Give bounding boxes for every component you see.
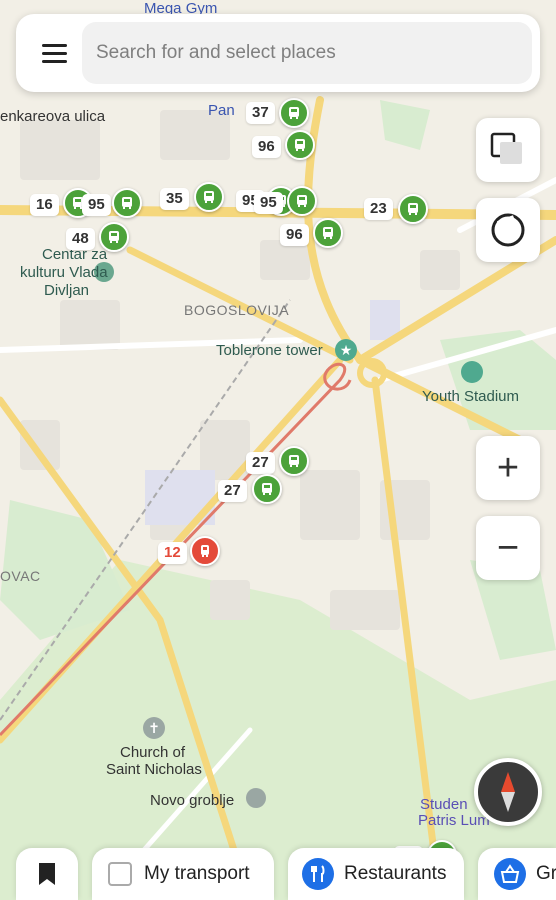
layers-icon: [490, 132, 522, 164]
groceries-label: Gr: [536, 863, 556, 884]
stop-route-label: 12: [158, 542, 187, 564]
basket-icon: [494, 858, 526, 890]
label-novo-groblje: Novo groblje: [150, 792, 235, 809]
stop-route-label: 27: [218, 480, 247, 502]
bookmarks-chip[interactable]: [16, 848, 78, 900]
bus-stop-icon[interactable]: [99, 222, 129, 252]
search-input[interactable]: [82, 22, 532, 84]
stop-route-label: 37: [246, 102, 275, 124]
stop-route-label: 96: [252, 136, 281, 158]
menu-button[interactable]: [30, 28, 80, 78]
menu-icon-bar: [42, 52, 67, 55]
zoom-in-button[interactable]: +: [476, 436, 540, 500]
location-icon: [491, 213, 525, 247]
bookmark-icon: [39, 863, 55, 885]
stop-route-label: 95: [82, 194, 111, 216]
bus-stop-icon[interactable]: [194, 182, 224, 212]
label-youth-stadium: Youth Stadium: [422, 388, 520, 405]
stop-route-label: 48: [66, 228, 95, 250]
map-canvas[interactable]: ★ ✝: [0, 0, 556, 900]
menu-icon-bar: [42, 60, 67, 63]
blue-building: [145, 470, 215, 525]
zoom-out-button[interactable]: −: [476, 516, 540, 580]
bus-stop-icon[interactable]: [279, 98, 309, 128]
compass-button[interactable]: [474, 758, 542, 826]
bus-stop-icon[interactable]: [252, 474, 282, 504]
layers-button[interactable]: [476, 118, 540, 182]
bus-stop-icon[interactable]: [398, 194, 428, 224]
stop-route-label: 27: [246, 452, 275, 474]
fork-knife-icon: [302, 858, 334, 890]
tram-stop-icon[interactable]: [190, 536, 220, 566]
label-centar-3: Divljan: [44, 282, 90, 299]
stop-route-label: 95: [254, 192, 283, 214]
stop-route-label: 16: [30, 194, 59, 216]
cemetery-icon: [246, 788, 266, 808]
search-card: [16, 14, 540, 92]
label-church-1: Church of: [120, 744, 186, 761]
label-student-1: Studen: [420, 796, 468, 813]
label-centar-2: kulturu Vlada: [20, 264, 108, 281]
stop-route-label: 23: [364, 198, 393, 220]
restaurants-chip[interactable]: Restaurants: [288, 848, 464, 900]
bus-stop-icon[interactable]: [287, 186, 317, 216]
label-bogoslovija: BOGOSLOVIJA: [184, 302, 290, 318]
restaurants-label: Restaurants: [344, 863, 447, 884]
my-transport-label: My transport: [144, 863, 250, 884]
bus-stop-icon[interactable]: [313, 218, 343, 248]
zoom-in-label: +: [496, 447, 520, 489]
stop-route-label: 35: [160, 188, 189, 210]
label-street: enkareova ulica: [0, 108, 106, 125]
label-post: Pan: [208, 102, 235, 119]
menu-icon: [42, 44, 67, 47]
compass-icon: [501, 772, 515, 812]
bus-stop-icon[interactable]: [285, 130, 315, 160]
bus-stop-icon[interactable]: [279, 446, 309, 476]
checkbox-icon: [108, 862, 132, 886]
zoom-out-label: −: [496, 527, 520, 569]
label-toblerone: Toblerone tower: [216, 342, 323, 359]
cross-glyph: ✝: [148, 720, 160, 736]
groceries-chip[interactable]: Gr: [478, 848, 556, 900]
my-transport-chip[interactable]: My transport: [92, 848, 274, 900]
label-church-2: Saint Nicholas: [106, 761, 202, 778]
location-button[interactable]: [476, 198, 540, 262]
stadium-icon: [461, 361, 483, 383]
star-glyph: ★: [340, 342, 353, 358]
label-ovac: OVAC: [0, 568, 41, 584]
stop-route-label: 96: [280, 224, 309, 246]
bus-stop-icon[interactable]: [112, 188, 142, 218]
